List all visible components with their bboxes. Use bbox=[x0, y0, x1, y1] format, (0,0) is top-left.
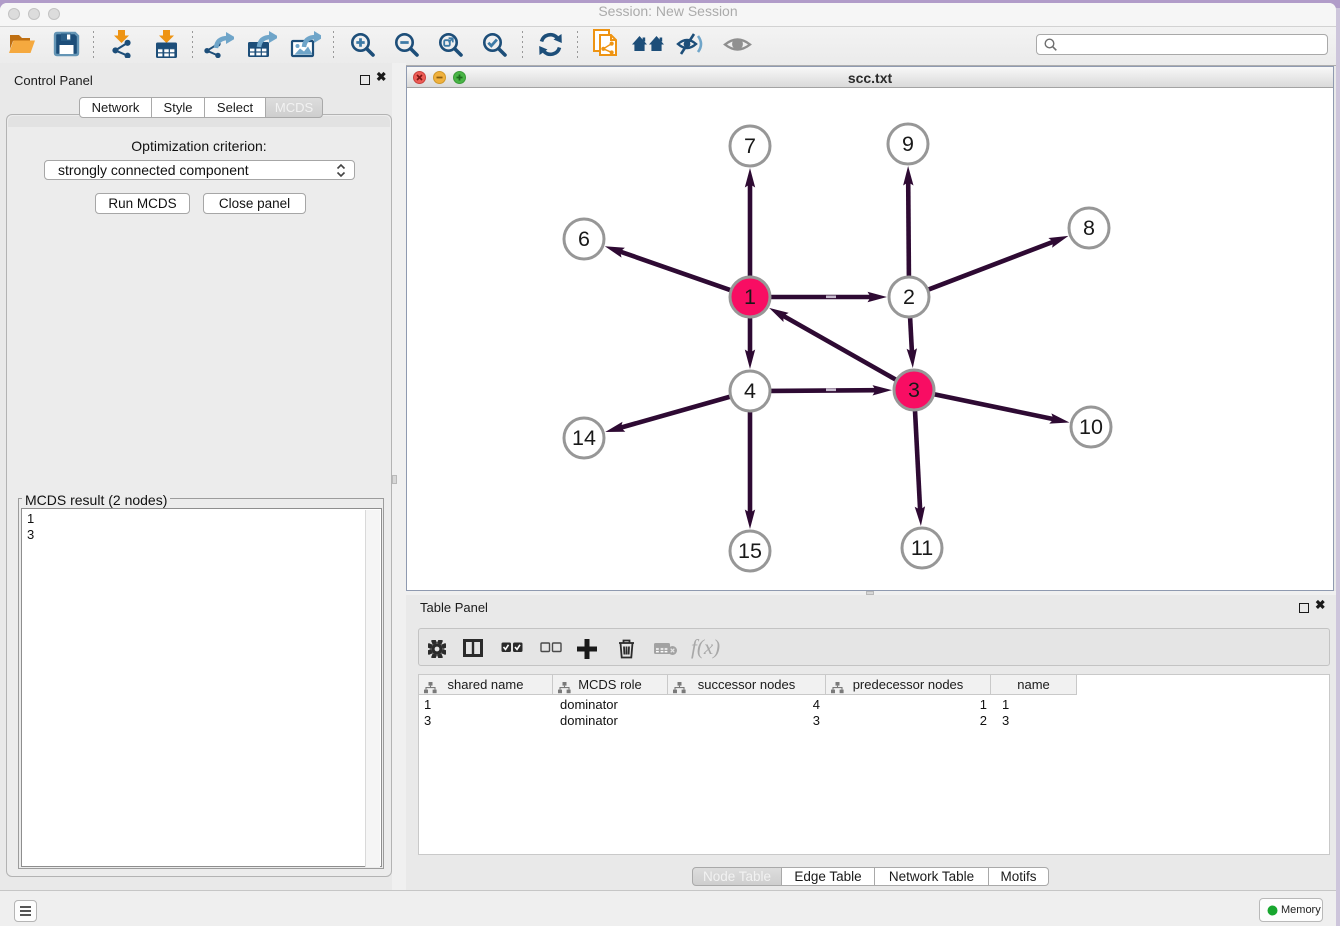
svg-text:7: 7 bbox=[744, 134, 756, 158]
svg-text:4: 4 bbox=[744, 379, 756, 403]
svg-text:9: 9 bbox=[902, 132, 914, 156]
svg-text:6: 6 bbox=[578, 227, 590, 251]
svg-text:8: 8 bbox=[1083, 216, 1095, 240]
svg-text:14: 14 bbox=[572, 426, 596, 450]
svg-text:2: 2 bbox=[903, 285, 915, 309]
svg-text:3: 3 bbox=[908, 378, 920, 402]
svg-text:1: 1 bbox=[744, 285, 756, 309]
svg-text:10: 10 bbox=[1079, 415, 1103, 439]
svg-text:15: 15 bbox=[738, 539, 762, 563]
svg-text:11: 11 bbox=[911, 536, 933, 560]
